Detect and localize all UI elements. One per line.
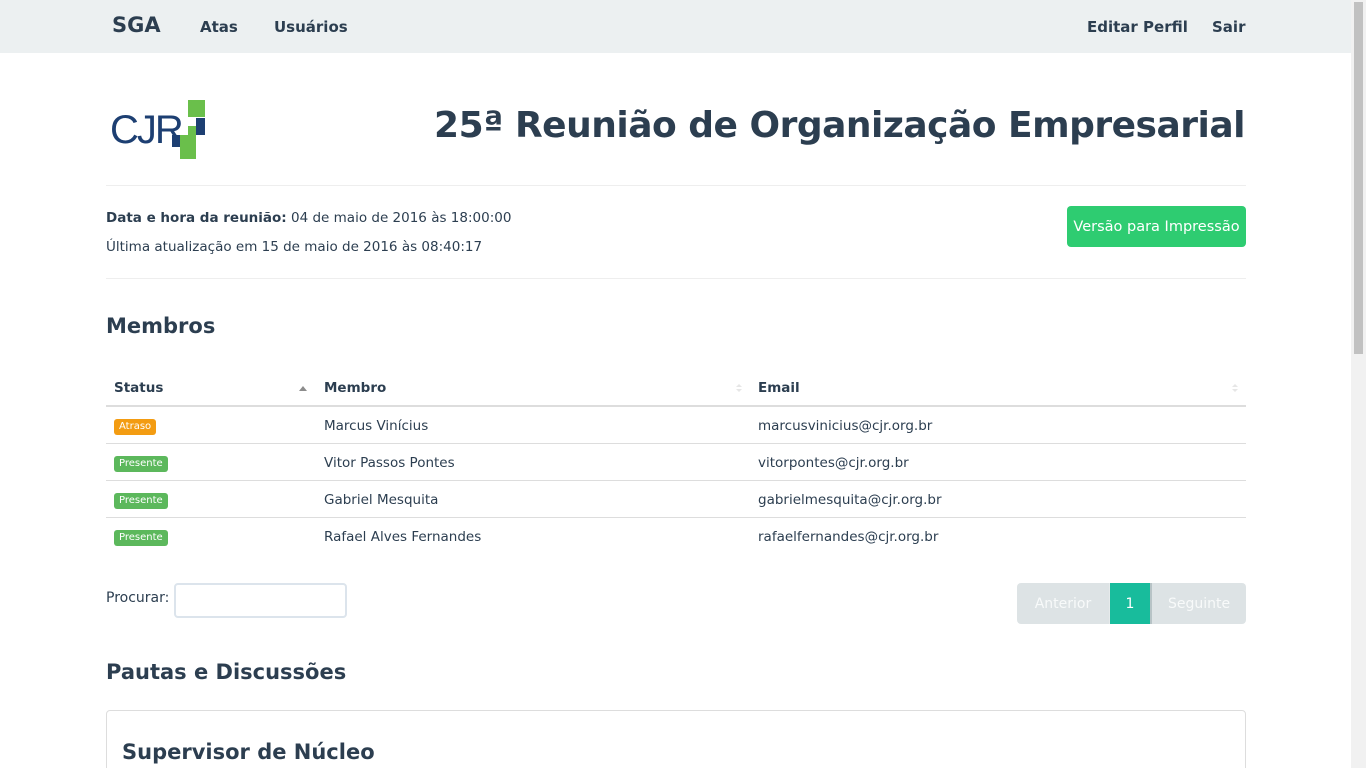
brand-link[interactable]: SGA — [112, 13, 161, 37]
member-name: Gabriel Mesquita — [324, 492, 439, 508]
scrollbar-thumb[interactable] — [1354, 2, 1363, 354]
sort-ascending-icon[interactable] — [299, 386, 307, 391]
nav-link-editar-perfil[interactable]: Editar Perfil — [1087, 18, 1188, 36]
top-navbar: SGA Atas Usuários Editar Perfil Sair — [0, 0, 1351, 53]
member-email: marcusvinicius@cjr.org.br — [758, 418, 933, 434]
pagination-next-button[interactable]: Seguinte — [1150, 583, 1246, 624]
pagination-page-button[interactable]: 1 — [1110, 583, 1150, 624]
meeting-datetime-value: 04 de maio de 2016 às 18:00:00 — [291, 210, 512, 226]
pagination-previous-button[interactable]: Anterior — [1017, 583, 1110, 624]
members-table: Status Membro Email Atraso Marcus Viníciu… — [106, 370, 1246, 555]
last-update-text: Última atualização em 15 de maio de 2016… — [106, 239, 483, 255]
nav-link-sair[interactable]: Sair — [1212, 18, 1245, 36]
meeting-datetime: Data e hora da reunião: 04 de maio de 20… — [106, 210, 511, 226]
status-badge: Atraso — [114, 419, 157, 435]
member-email: vitorpontes@cjr.org.br — [758, 455, 909, 471]
meeting-datetime-label: Data e hora da reunião: — [106, 210, 287, 226]
column-header-email[interactable]: Email — [758, 380, 800, 396]
nav-link-usuarios[interactable]: Usuários — [274, 18, 348, 36]
table-row: Presente Gabriel Mesquita gabrielmesquita@… — [106, 481, 1246, 518]
search-input[interactable] — [174, 583, 347, 618]
members-section-title: Membros — [106, 314, 216, 338]
member-name: Marcus Vinícius — [324, 418, 429, 434]
agenda-panel: Supervisor de Núcleo — [106, 710, 1246, 768]
table-row: Presente Vitor Passos Pontes vitorpontes@c… — [106, 444, 1246, 481]
page-scrollbar[interactable] — [1351, 0, 1366, 768]
sort-icon[interactable] — [1232, 384, 1238, 392]
member-email: gabrielmesquita@cjr.org.br — [758, 492, 942, 508]
pagination: Anterior 1 Seguinte — [1017, 583, 1246, 624]
divider — [106, 278, 1246, 279]
print-version-button[interactable]: Versão para Impressão — [1067, 206, 1246, 247]
table-row: Presente Rafael Alves Fernandes rafaelfern… — [106, 518, 1246, 555]
status-badge: Presente — [114, 530, 168, 546]
table-row: Atraso Marcus Vinícius marcusvinicius@cjr.… — [106, 407, 1246, 444]
status-badge: Presente — [114, 493, 168, 509]
cjr-logo: CJR — [108, 98, 210, 162]
column-header-status[interactable]: Status — [114, 380, 163, 396]
sort-icon[interactable] — [736, 384, 742, 392]
agenda-section-title: Pautas e Discussões — [106, 660, 347, 684]
member-email: rafaelfernandes@cjr.org.br — [758, 529, 939, 545]
status-badge: Presente — [114, 456, 168, 472]
member-name: Vitor Passos Pontes — [324, 455, 455, 471]
logo-text: CJR — [110, 108, 183, 152]
divider — [106, 185, 1246, 186]
page-title: 25ª Reunião de Organização Empresarial — [434, 105, 1245, 146]
agenda-item-title: Supervisor de Núcleo — [122, 740, 375, 764]
member-name: Rafael Alves Fernandes — [324, 529, 482, 545]
table-header: Status Membro Email — [106, 370, 1246, 407]
column-header-member[interactable]: Membro — [324, 380, 386, 396]
nav-link-atas[interactable]: Atas — [200, 18, 238, 36]
search-label: Procurar: — [106, 590, 170, 606]
